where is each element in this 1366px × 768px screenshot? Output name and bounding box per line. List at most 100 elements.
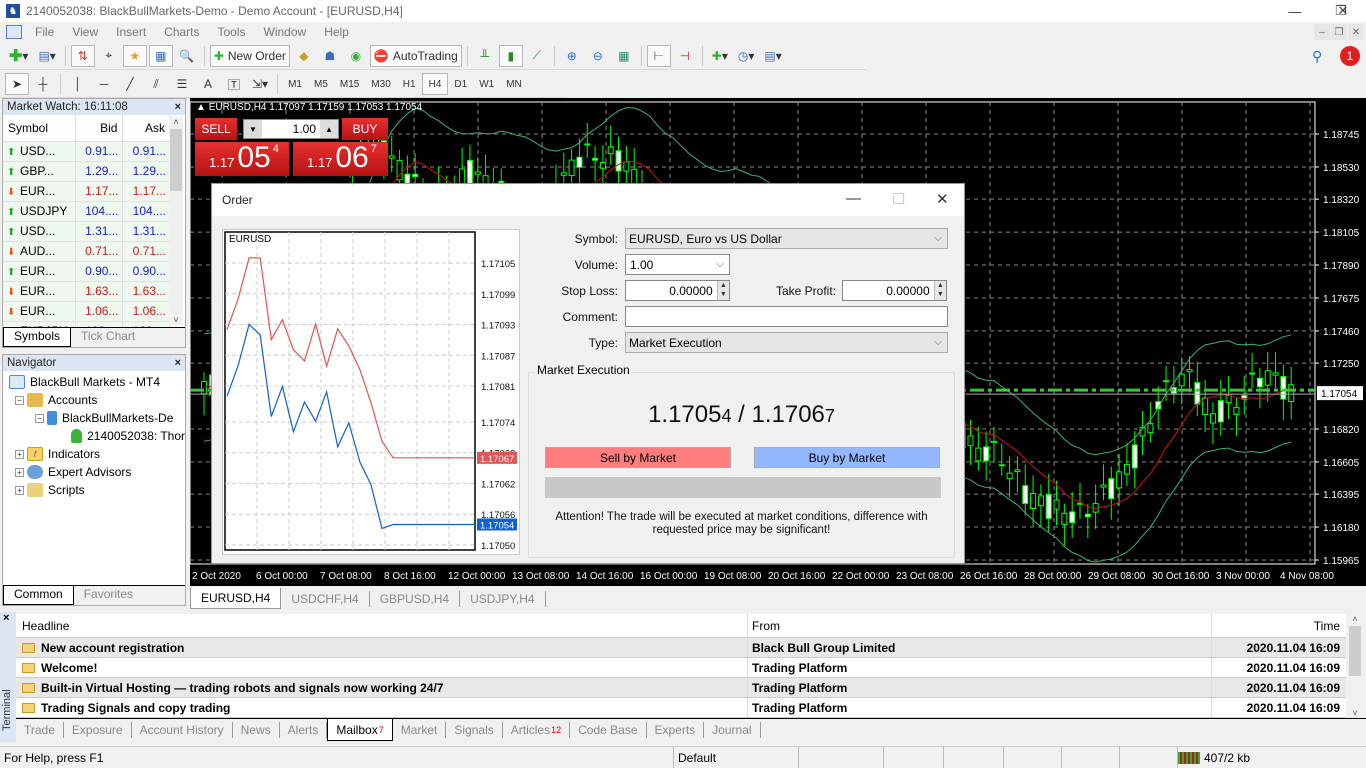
tree-scripts[interactable]: + Scripts [9,481,185,499]
col-ask[interactable]: Ask [122,115,171,142]
one-click-sell-button[interactable]: SELL [195,118,237,140]
candlestick-chart-icon[interactable]: ▮ [498,44,523,67]
symbol-select[interactable]: EURUSD, Euro vs US Dollar ⌵ [625,228,948,249]
chart-collapse-icon[interactable]: ▲ [196,102,209,113]
market-watch-toggle-icon[interactable]: ⇅ [70,44,95,67]
symbol-cell[interactable]: ⬇ EUR... [3,301,76,322]
horizontal-line-icon[interactable]: ─ [92,73,116,95]
menu-file[interactable]: File [26,25,63,39]
terminal-tab-market[interactable]: Market [393,722,447,738]
new-chart-icon[interactable]: ✚ ▾ [5,45,32,67]
community-icon[interactable]: ☗ [318,45,342,67]
col-bid[interactable]: Bid [75,115,124,142]
one-click-buy-price[interactable]: 1.17 06 7 [293,142,388,176]
dialog-close-button[interactable]: ✕ [936,190,949,208]
mail-row[interactable]: Built-in Virtual Hosting — trading robot… [16,678,1346,698]
expand-icon[interactable]: + [15,485,24,495]
indicators-icon[interactable]: ✚ ▾ [708,45,732,67]
fibonacci-icon[interactable]: ☰ [170,73,194,95]
type-select[interactable]: Market Execution ⌵ [625,332,948,353]
terminal-tab-exposure[interactable]: Exposure [64,722,132,738]
terminal-tab-news[interactable]: News [233,722,280,738]
market-watch-scrollbar[interactable]: ˄ ˅ [169,117,183,325]
signals-icon[interactable]: ◉ [344,45,368,67]
menu-window[interactable]: Window [255,25,316,39]
market-watch-row[interactable]: ⬇ EUR... 1.17... 1.17... [3,181,171,202]
chart-tab-usdjpy[interactable]: USDJPY,H4 [460,591,546,607]
market-watch-row[interactable]: ⬆ USD... 1.31... 1.31... [3,221,171,242]
volume-decrease-icon[interactable]: ▼ [244,120,262,138]
sell-by-market-button[interactable]: Sell by Market [545,447,731,468]
symbol-cell[interactable]: ⬆ EUR... [3,261,76,282]
col-symbol[interactable]: Symbol [3,115,76,142]
mail-row[interactable]: Welcome! Trading Platform 2020.11.04 16:09 [16,658,1346,678]
tree-experts[interactable]: + Expert Advisors [9,463,185,481]
notifications-badge[interactable]: 1 [1340,46,1360,66]
comment-field[interactable] [625,306,948,327]
one-click-volume-input[interactable] [262,122,320,136]
tile-windows-icon[interactable]: ▦ [612,45,636,67]
symbol-cell[interactable]: ⬆ USD... [3,221,76,242]
tf-mn[interactable]: MN [500,73,528,95]
connection-status[interactable]: 407/2 kb [1178,747,1250,768]
tree-server[interactable]: − BlackBullMarkets-De [9,409,185,427]
terminal-tab-articles[interactable]: Articles 12 [503,722,571,738]
chart-document-icon[interactable] [6,25,22,39]
stop-loss-spinner[interactable]: ▲ ▼ [716,281,729,300]
zoom-in-icon[interactable]: ⊕ [560,45,584,67]
close-icon[interactable]: × [3,612,9,624]
take-profit-spinner[interactable]: ▲ ▼ [933,281,946,300]
symbol-cell[interactable]: ⬇ AUD... [3,241,76,262]
menu-charts[interactable]: Charts [155,25,208,39]
tf-d1[interactable]: D1 [448,73,473,95]
menu-help[interactable]: Help [315,25,358,39]
take-profit-field[interactable]: ▲▼ [842,280,947,301]
volume-combo[interactable]: 1.00 ⌵ [625,254,730,275]
tf-m5[interactable]: M5 [308,73,334,95]
tree-account[interactable]: 2140052038: Thor [9,427,185,445]
mailbox-scrollbar[interactable]: ˄ ˅ [1348,614,1362,718]
autotrading-button[interactable]: ⛔ AutoTrading [369,44,462,67]
tf-m1[interactable]: M1 [282,73,308,95]
new-order-button[interactable]: ✚ New Order [209,44,290,67]
auto-scroll-icon[interactable]: ⊢ [646,44,671,67]
market-watch-row[interactable]: ⬇ EUR... 1.63... 1.63... [3,281,171,302]
tf-w1[interactable]: W1 [473,73,500,95]
mdi-minimize-button[interactable]: – [1314,24,1330,40]
market-watch-row[interactable]: ⬇ EUR... 1.06... 1.06... [3,301,171,322]
stop-loss-field[interactable]: ▲▼ [625,280,730,301]
terminal-tab-trade[interactable]: Trade [16,722,64,738]
terminal-toggle-icon[interactable]: ▦ [148,44,173,67]
menu-insert[interactable]: Insert [107,25,155,39]
close-button[interactable]: ✕ [1320,0,1366,22]
col-headline[interactable]: Headline [16,614,748,637]
symbol-cell[interactable]: ⬇ EUR... [3,181,76,202]
menu-view[interactable]: View [63,25,107,39]
data-window-icon[interactable]: ⌖ [97,45,121,67]
one-click-buy-button[interactable]: BUY [342,118,388,140]
market-watch-row[interactable]: ⬆ USDJPY 104.... 104.... [3,201,171,222]
one-click-sell-price[interactable]: 1.17 05 4 [195,142,289,176]
terminal-tab-mailbox[interactable]: Mailbox 7 [327,719,393,741]
symbol-cell[interactable]: ⬆ USD... [3,141,76,162]
volume-increase-icon[interactable]: ▲ [320,120,338,138]
tab-tick-chart[interactable]: Tick Chart [71,328,145,347]
equidistant-channel-icon[interactable]: ⫽ [144,73,168,95]
tf-m15[interactable]: M15 [334,73,365,95]
tab-favorites[interactable]: Favorites [74,586,143,605]
comment-input[interactable] [626,309,947,324]
col-from[interactable]: From [748,614,1212,637]
chart-tab-gbpusd[interactable]: GBPUSD,H4 [370,591,461,607]
market-watch-row[interactable]: ⬆ EUR... 0.90... 0.90... [3,261,171,282]
mail-row[interactable]: New account registration Black Bull Group… [16,638,1346,658]
dialog-minimize-button[interactable]: — [846,190,861,207]
text-label-icon[interactable]: 🅃 [222,73,246,95]
profiles-icon[interactable]: ▤ ▾ [34,45,59,67]
terminal-tab-experts[interactable]: Experts [647,722,705,738]
close-icon[interactable]: × [175,101,185,113]
market-watch-row[interactable]: ⬇ AUD... 0.71... 0.71... [3,241,171,262]
tf-h4[interactable]: H4 [421,73,449,95]
templates-icon[interactable]: ▤ ▾ [760,45,785,67]
collapse-icon[interactable]: − [35,413,44,423]
tree-indicators[interactable]: + f Indicators [9,445,185,463]
